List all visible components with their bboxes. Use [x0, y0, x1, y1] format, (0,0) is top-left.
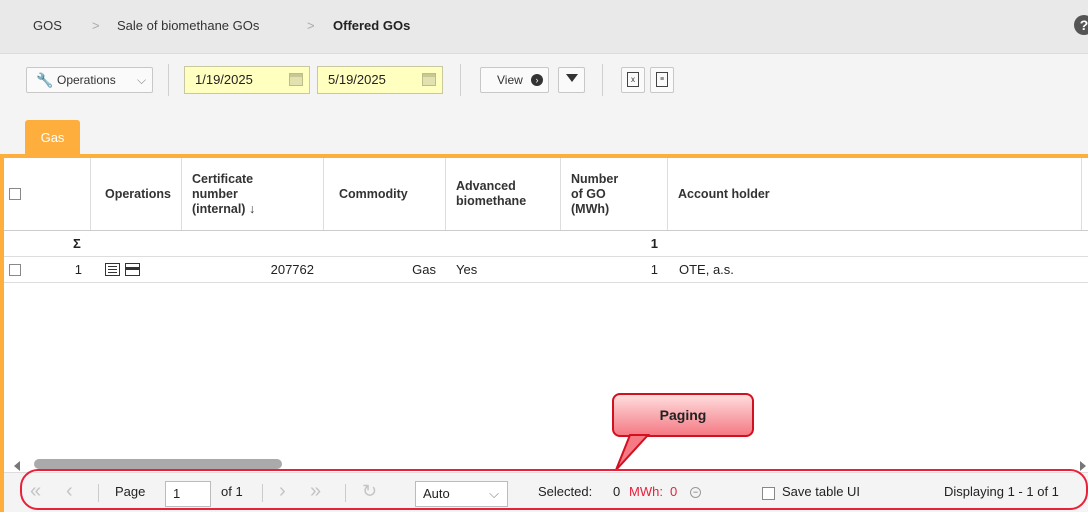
- tab-gas[interactable]: Gas: [25, 120, 80, 156]
- breadcrumb-separator: >: [92, 18, 100, 33]
- filter-button[interactable]: [558, 67, 585, 93]
- breadcrumb-separator: >: [307, 18, 315, 33]
- toolbar: 🔧 Operations ⌵ 1/19/2025 5/19/2025 View …: [0, 53, 1088, 105]
- scroll-right-icon[interactable]: [1080, 461, 1086, 471]
- excel-icon: x: [627, 72, 639, 87]
- callout-pointer: [615, 434, 651, 471]
- divider: [602, 64, 603, 96]
- help-icon[interactable]: ?: [1074, 15, 1088, 35]
- row-certificate: 207762: [270, 262, 314, 277]
- row-index: 1: [74, 262, 82, 277]
- scrollbar-thumb[interactable]: [34, 459, 282, 469]
- tab-bar: Gas: [0, 104, 1088, 156]
- detail-list-icon[interactable]: [105, 263, 120, 276]
- summary-row: Σ 1: [4, 231, 1088, 257]
- calendar-icon[interactable]: [422, 73, 436, 86]
- card-icon[interactable]: [125, 263, 140, 276]
- sum-number-of-go: 1: [650, 236, 658, 251]
- row-advanced-biomethane: Yes: [456, 262, 478, 277]
- breadcrumb: GOS > Sale of biomethane GOs > Offered G…: [0, 0, 1088, 53]
- header-number-of-go[interactable]: Number of GO (MWh): [561, 158, 668, 230]
- date-from-value: 1/19/2025: [195, 72, 253, 87]
- date-from-field[interactable]: 1/19/2025: [184, 66, 310, 94]
- date-to-value: 5/19/2025: [328, 72, 386, 87]
- sum-symbol: Σ: [73, 236, 81, 251]
- calendar-icon[interactable]: [289, 73, 303, 86]
- header-account-holder[interactable]: Account holder: [668, 158, 1082, 230]
- view-label: View: [497, 73, 523, 87]
- breadcrumb-item-sale[interactable]: Sale of biomethane GOs: [117, 18, 259, 33]
- export-document-button[interactable]: ≡: [650, 67, 674, 93]
- export-excel-button[interactable]: x: [621, 67, 645, 93]
- document-icon: ≡: [656, 72, 668, 87]
- header-certificate-label: Certificate number (internal): [192, 171, 254, 216]
- breadcrumb-item-gos[interactable]: GOS: [33, 18, 62, 33]
- chevron-down-icon: ⌵: [137, 73, 147, 87]
- header-operations[interactable]: Operations: [91, 158, 182, 230]
- divider: [460, 64, 461, 96]
- arrow-right-circle-icon: ›: [531, 74, 543, 86]
- header-commodity[interactable]: Commodity: [324, 158, 446, 230]
- operations-menu-button[interactable]: 🔧 Operations ⌵: [26, 67, 153, 93]
- row-account-holder: OTE, a.s.: [679, 262, 734, 277]
- paging-callout: Paging: [612, 393, 754, 437]
- view-button[interactable]: View ›: [480, 67, 549, 93]
- header-select-all: [4, 158, 91, 230]
- scroll-left-icon[interactable]: [14, 461, 20, 471]
- row-checkbox[interactable]: [9, 264, 21, 276]
- paging-highlight: [20, 469, 1088, 510]
- row-number-of-go: 1: [650, 262, 658, 277]
- table-row[interactable]: 1 207762 Gas Yes 1 OTE, a.s.: [4, 257, 1088, 283]
- select-all-checkbox[interactable]: [9, 188, 21, 200]
- header-certificate-number[interactable]: Certificate number (internal) ↓: [182, 158, 324, 230]
- divider: [168, 64, 169, 96]
- operations-label: Operations: [57, 73, 116, 87]
- go-table: Operations Certificate number (internal)…: [4, 158, 1088, 460]
- wrench-icon: 🔧: [36, 72, 54, 88]
- filter-icon: [566, 74, 578, 82]
- header-advanced-biomethane[interactable]: Advanced biomethane: [446, 158, 561, 230]
- row-commodity: Gas: [412, 262, 436, 277]
- date-to-field[interactable]: 5/19/2025: [317, 66, 443, 94]
- page-title: Offered GOs: [333, 18, 411, 33]
- sort-desc-icon: ↓: [248, 201, 256, 216]
